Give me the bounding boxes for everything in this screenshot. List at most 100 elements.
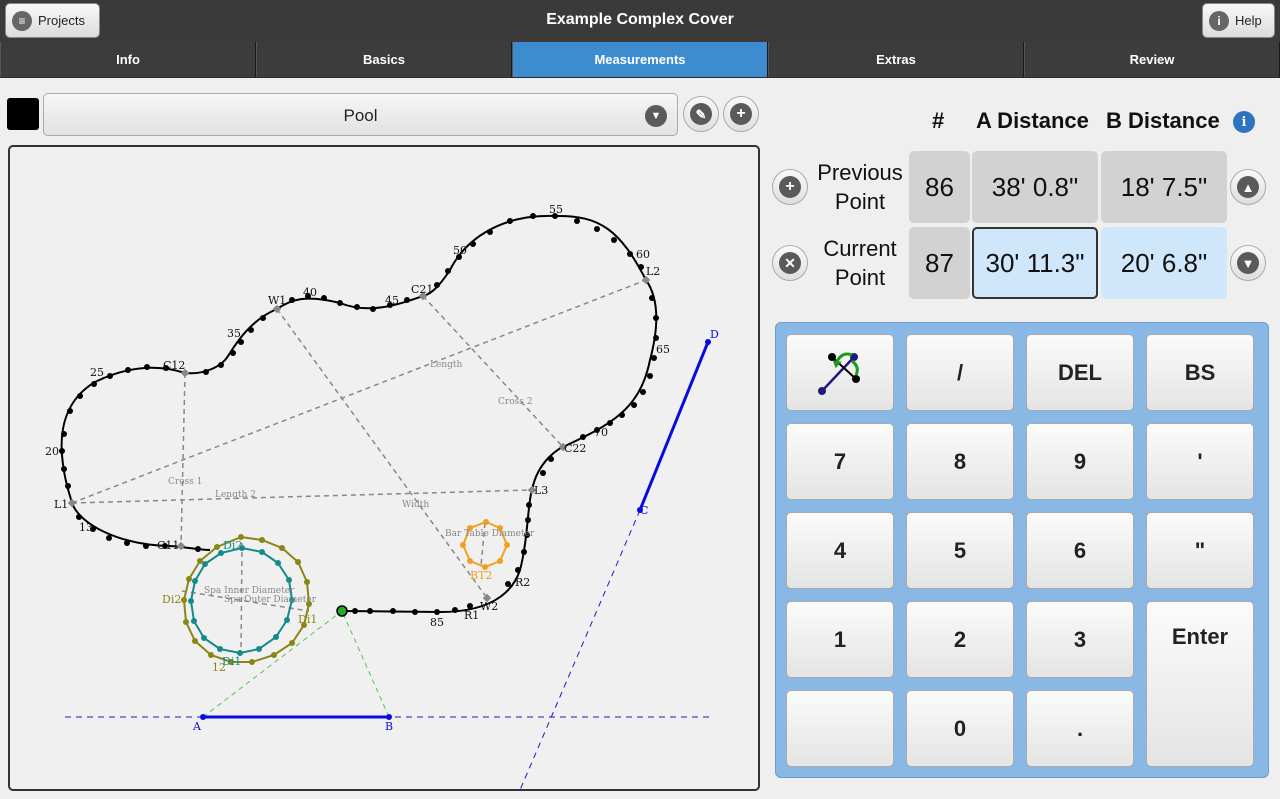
point-label: W2 [480, 600, 498, 613]
point-label: Di2 [223, 539, 242, 552]
point-label: 40 [303, 286, 317, 299]
tab-info[interactable]: Info [0, 42, 256, 77]
info-icon: i [1209, 10, 1229, 31]
plus-icon: + [779, 176, 801, 198]
key-0[interactable]: 0 [906, 690, 1014, 767]
point-label: 20 [45, 445, 59, 458]
point-label: C21 [411, 283, 433, 296]
current-b-distance[interactable]: 20' 6.8" [1101, 227, 1227, 299]
swap-icon [818, 352, 860, 395]
add-feature-button[interactable]: + [723, 96, 759, 132]
pool-drawing: 55 60 50 C21 45 40 W1 35 C12 25 20 L1 13… [45, 203, 719, 789]
tab-bar: Info Basics Measurements Extras Review [0, 42, 1280, 78]
point-label: Di2 [162, 593, 181, 606]
point-label: R1 [464, 609, 479, 622]
current-point-number: 87 [909, 227, 970, 299]
point-label: A [192, 720, 202, 733]
tab-extras[interactable]: Extras [768, 42, 1024, 77]
point-label: 45 [385, 294, 399, 307]
swap-ab-button[interactable] [786, 334, 894, 411]
point-label: Di1 [222, 655, 241, 668]
arrow-up-icon: ▲ [1237, 176, 1259, 198]
key-slash[interactable]: / [906, 334, 1014, 411]
point-label: 70 [594, 426, 608, 439]
edit-feature-button[interactable]: ✎ [683, 96, 719, 132]
key-9[interactable]: 9 [1026, 423, 1134, 500]
point-label: C11 [157, 539, 179, 552]
key-4[interactable]: 4 [786, 512, 894, 589]
col-num-header: # [932, 108, 945, 133]
tab-basics[interactable]: Basics [256, 42, 512, 77]
measure-label: Length 2 [215, 490, 256, 500]
key-1[interactable]: 1 [786, 601, 894, 678]
move-up-button[interactable]: ▲ [1230, 169, 1266, 205]
point-label: 60 [636, 248, 650, 261]
measure-label: Bar Table Diameter [445, 529, 535, 539]
close-icon: ✕ [779, 252, 801, 274]
point-label: 13 [79, 521, 93, 534]
measure-label: Cross 2 [498, 397, 532, 407]
point-label: C [640, 504, 648, 517]
measure-label: Spa Outer Diameter [224, 595, 317, 605]
key-bs[interactable]: BS [1146, 334, 1254, 411]
point-label: Di1 [298, 613, 317, 626]
add-point-button[interactable]: + [772, 169, 808, 205]
point-label: 50 [453, 244, 467, 257]
point-label: C12 [163, 359, 185, 372]
keypad: / DEL BS 7 8 9 ' 4 5 6 " 1 2 3 Enter 0 . [775, 322, 1269, 778]
point-label: B [385, 720, 393, 733]
point-label: BT2 [470, 569, 492, 582]
remove-point-button[interactable]: ✕ [772, 245, 808, 281]
page-title: Example Complex Cover [546, 11, 734, 28]
point-label: C22 [564, 442, 586, 455]
key-2[interactable]: 2 [906, 601, 1014, 678]
top-bar: ≡ Projects Example Complex Cover i Help [0, 0, 1280, 42]
drawing-canvas[interactable]: 55 60 50 C21 45 40 W1 35 C12 25 20 L1 13… [8, 145, 760, 791]
move-down-button[interactable]: ▼ [1230, 245, 1266, 281]
pencil-icon: ✎ [690, 103, 712, 125]
key-8[interactable]: 8 [906, 423, 1014, 500]
point-label: 35 [227, 327, 241, 340]
tab-measurements[interactable]: Measurements [512, 42, 768, 77]
point-label: 55 [549, 203, 563, 216]
key-feet[interactable]: ' [1146, 423, 1254, 500]
point-label: R2 [515, 576, 530, 589]
current-point-label: Current Point [823, 236, 897, 290]
color-swatch[interactable] [7, 98, 39, 130]
key-blank[interactable] [786, 690, 894, 767]
measure-label: Length [430, 360, 462, 370]
plus-icon: + [730, 103, 752, 125]
previous-point-number: 86 [909, 151, 970, 223]
feature-select[interactable]: Pool ▼ [43, 93, 678, 136]
arrow-down-icon: ▼ [1237, 252, 1259, 274]
key-enter[interactable]: Enter [1146, 601, 1254, 767]
current-a-distance[interactable]: 30' 11.3" [972, 227, 1098, 299]
previous-b-distance[interactable]: 18' 7.5" [1101, 151, 1227, 223]
help-label: Help [1235, 13, 1262, 28]
info-icon[interactable]: i [1233, 111, 1255, 133]
help-button[interactable]: i Help [1202, 3, 1275, 38]
previous-a-distance[interactable]: 38' 0.8" [972, 151, 1098, 223]
col-a-header: A Distance [976, 108, 1089, 133]
key-dot[interactable]: . [1026, 690, 1134, 767]
point-label: 25 [90, 366, 104, 379]
point-label: L3 [534, 484, 548, 497]
key-3[interactable]: 3 [1026, 601, 1134, 678]
feature-select-value: Pool [343, 106, 378, 125]
chevron-down-icon: ▼ [645, 105, 667, 127]
tab-review[interactable]: Review [1024, 42, 1280, 77]
key-del[interactable]: DEL [1026, 334, 1134, 411]
point-label: 85 [430, 616, 444, 629]
point-label: D [710, 328, 719, 341]
key-7[interactable]: 7 [786, 423, 894, 500]
point-label: L1 [54, 498, 68, 511]
point-label: W1 [268, 294, 286, 307]
key-5[interactable]: 5 [906, 512, 1014, 589]
measure-label: Width [402, 500, 429, 510]
key-inches[interactable]: " [1146, 512, 1254, 589]
point-label: L2 [646, 265, 660, 278]
measure-label: Cross 1 [168, 477, 202, 487]
col-b-header: B Distance [1106, 108, 1220, 133]
key-6[interactable]: 6 [1026, 512, 1134, 589]
previous-point-label: Previous Point [817, 160, 903, 214]
